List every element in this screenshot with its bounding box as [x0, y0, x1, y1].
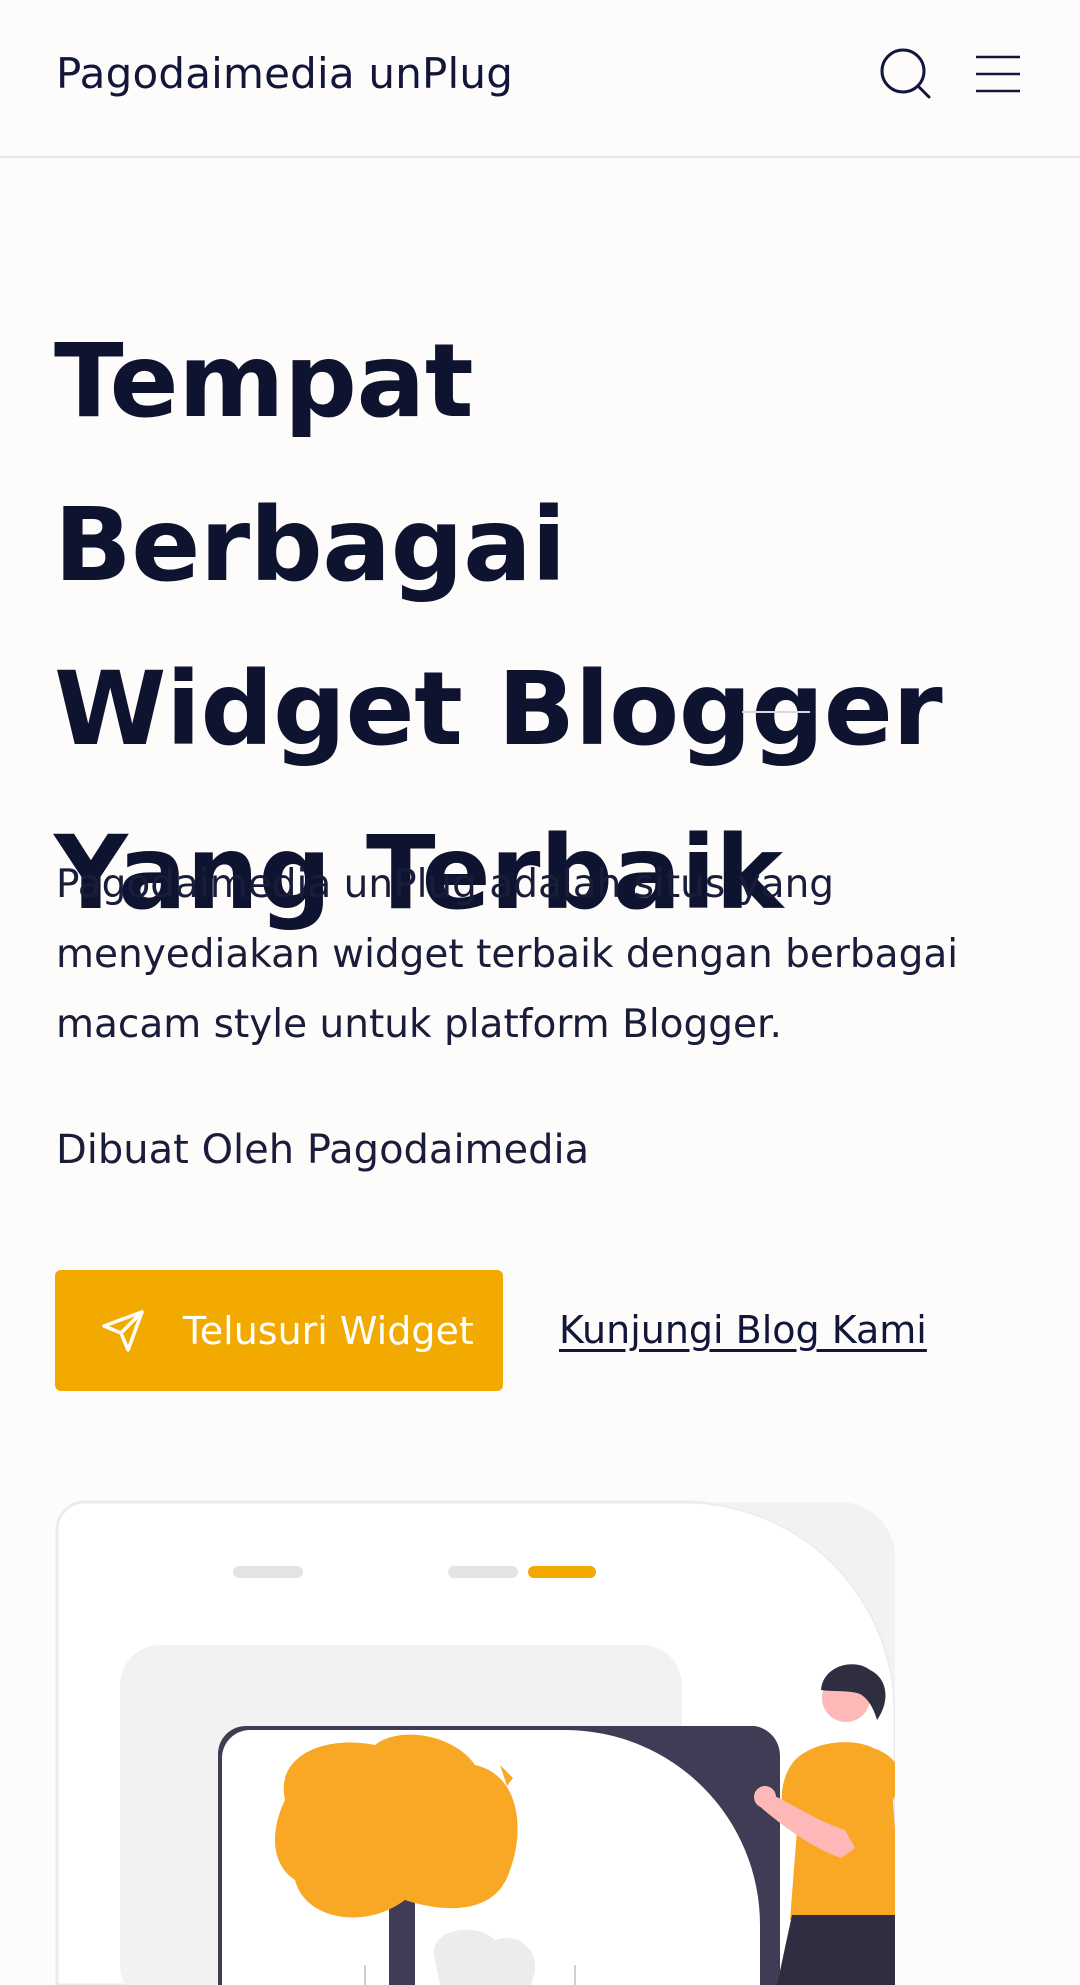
- hero-illustration: [55, 1500, 895, 1985]
- menu-button[interactable]: [970, 46, 1026, 102]
- site-header: Pagodaimedia unPlug: [0, 0, 1080, 158]
- title-decoration-line: [742, 711, 810, 713]
- explore-widgets-button[interactable]: Telusuri Widget: [55, 1270, 503, 1391]
- search-button[interactable]: [878, 46, 934, 102]
- hero-credit: Dibuat Oleh Pagodaimedia: [56, 1127, 590, 1173]
- send-icon: [99, 1307, 147, 1355]
- search-icon: [880, 48, 931, 99]
- hero-title-line-2: Widget Blogger: [54, 650, 943, 769]
- hamburger-menu-icon: [976, 55, 1020, 93]
- visit-blog-link[interactable]: Kunjungi Blog Kami: [559, 1300, 927, 1360]
- site-brand[interactable]: Pagodaimedia unPlug: [56, 46, 513, 102]
- hero-title-line-1: Tempat Berbagai: [54, 322, 566, 605]
- hero-description: Pagodaimedia unPlug adalah situs yang me…: [56, 862, 959, 1047]
- explore-widgets-label: Telusuri Widget: [183, 1308, 474, 1353]
